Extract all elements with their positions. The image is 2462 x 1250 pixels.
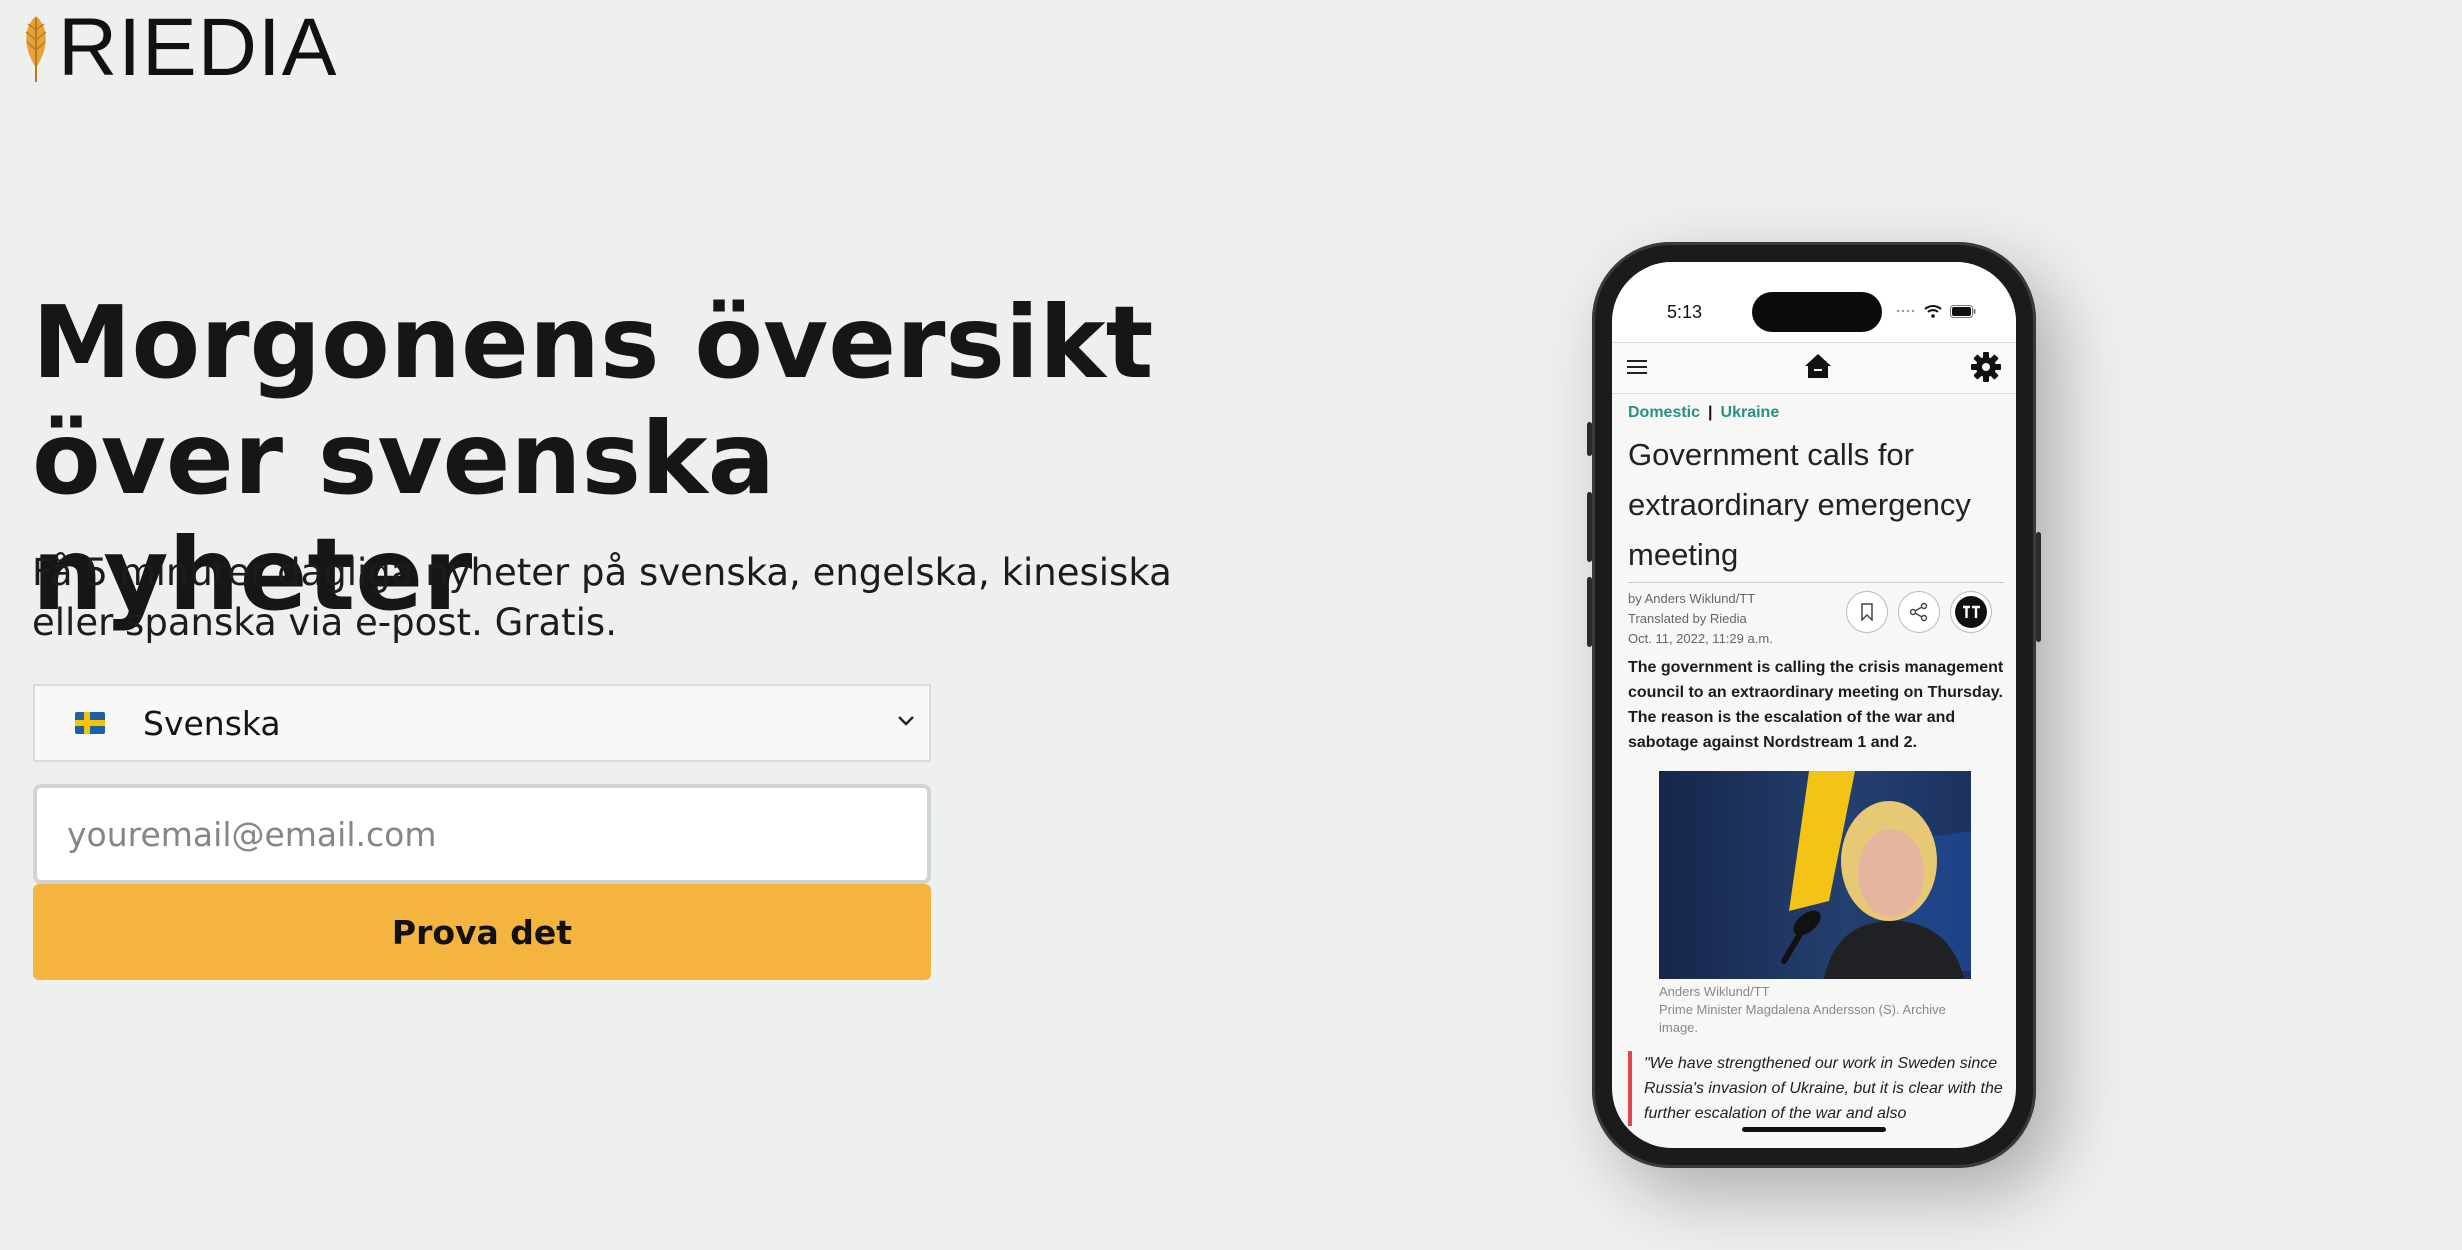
share-button[interactable] xyxy=(1898,591,1940,633)
try-it-button[interactable]: Prova det xyxy=(33,884,931,980)
phone-mockup: 5:13 Domestic | Ukraine Government calls… xyxy=(1587,242,2041,1168)
headline-line-1: Morgonens översikt xyxy=(32,284,1154,401)
article-lead: The government is calling the crisis man… xyxy=(1628,659,2004,751)
phone-volume-up xyxy=(1587,492,1592,562)
chevron-down-icon xyxy=(898,716,914,726)
phone-screen: 5:13 Domestic | Ukraine Government calls… xyxy=(1612,262,2016,1148)
photo-credit: Anders Wiklund/TT xyxy=(1659,984,1770,999)
article-title: Government calls for extraordinary emerg… xyxy=(1628,430,2004,583)
status-time: 5:13 xyxy=(1667,302,1703,322)
menu-icon[interactable] xyxy=(1627,357,1647,377)
bookmark-button[interactable] xyxy=(1846,591,1888,633)
gear-icon[interactable] xyxy=(1970,351,2002,383)
category-link-domestic[interactable]: Domestic xyxy=(1628,404,1700,421)
dynamic-island xyxy=(1752,292,1882,332)
language-selected-label: Svenska xyxy=(143,703,281,743)
hero-subtext: Få 5 minuter dagliga nyheter på svenska,… xyxy=(32,551,1172,644)
sweden-flag-icon xyxy=(75,712,105,734)
article-categories: Domestic | Ukraine xyxy=(1628,404,1780,421)
battery-icon xyxy=(1950,304,1976,318)
article-translated: Translated by Riedia xyxy=(1628,611,1747,626)
status-icons xyxy=(1896,304,1976,318)
prime-minister-photo xyxy=(1659,771,1971,979)
phone-mute-switch xyxy=(1587,422,1592,456)
article-meta: by Anders Wiklund/TT Translated by Riedi… xyxy=(1628,589,2004,651)
status-bar: 5:13 xyxy=(1612,262,2016,342)
text-size-icon xyxy=(1955,596,1987,628)
phone-volume-down xyxy=(1587,577,1592,647)
brand-name: RIEDIA xyxy=(58,2,338,93)
language-select[interactable]: Svenska xyxy=(33,684,931,762)
article-byline: by Anders Wiklund/TT xyxy=(1628,591,1756,606)
article-date: Oct. 11, 2022, 11:29 a.m. xyxy=(1628,631,1773,646)
photo-caption-block: Anders Wiklund/TT Prime Minister Magdale… xyxy=(1659,983,1979,1037)
email-field[interactable] xyxy=(33,784,931,884)
text-size-button[interactable] xyxy=(1950,591,1992,633)
leaf-icon xyxy=(25,16,47,82)
share-icon xyxy=(1909,602,1928,622)
home-indicator[interactable] xyxy=(1742,1127,1886,1132)
category-link-ukraine[interactable]: Ukraine xyxy=(1721,404,1780,421)
home-icon[interactable] xyxy=(1802,350,1834,382)
article: Domestic | Ukraine Government calls for ex… xyxy=(1628,404,2004,1126)
app-bar xyxy=(1612,342,2016,394)
photo-caption: Prime Minister Magdalena Andersson (S). … xyxy=(1659,1002,1946,1035)
phone-power-button xyxy=(2036,532,2041,642)
wifi-icon xyxy=(1924,305,1942,318)
article-quote: "We have strengthened our work in Sweden… xyxy=(1628,1051,2004,1126)
signal-icon xyxy=(1896,309,1915,313)
bookmark-icon xyxy=(1861,603,1873,621)
article-photo[interactable] xyxy=(1659,771,1971,979)
riedia-logo[interactable]: RIEDIA xyxy=(18,2,338,93)
